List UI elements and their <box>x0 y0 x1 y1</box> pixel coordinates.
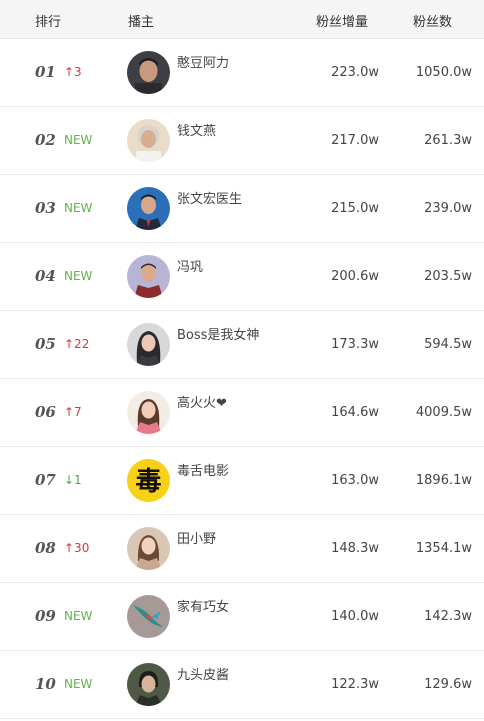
rank-number: 06 <box>35 403 56 421</box>
fan-growth: 217.0w <box>331 133 379 148</box>
anchor-name[interactable]: 家有巧女 <box>177 596 229 615</box>
fan-growth: 140.0w <box>331 609 379 624</box>
header-fan-growth[interactable]: 粉丝增量 <box>316 11 368 30</box>
avatar[interactable] <box>127 51 170 94</box>
rank-change: ↑30 <box>64 541 90 555</box>
rank-number: 04 <box>35 267 56 285</box>
fan-count: 239.0w <box>424 201 472 216</box>
anchor-name[interactable]: Boss是我女神 <box>177 324 259 343</box>
anchor-name[interactable]: 冯巩 <box>177 256 203 275</box>
avatar[interactable] <box>127 323 170 366</box>
table-row[interactable]: 02 NEW 钱文燕 217.0w 261.3w <box>0 107 484 175</box>
avatar[interactable] <box>127 663 170 706</box>
rank-number: 09 <box>35 607 56 625</box>
table-header: 排行 播主 粉丝增量 粉丝数 <box>0 0 484 39</box>
fan-growth: 163.0w <box>331 473 379 488</box>
fan-count: 4009.5w <box>415 405 472 420</box>
table-row[interactable]: 05 ↑22 Boss是我女神 173.3w 594.5w <box>0 311 484 379</box>
table-row[interactable]: 01 ↑3 憨豆阿力 223.0w 1050.0w <box>0 39 484 107</box>
rank-number: 01 <box>35 63 56 81</box>
fan-count: 142.3w <box>424 609 472 624</box>
header-fan-count[interactable]: 粉丝数 <box>413 11 452 30</box>
fan-count: 1896.1w <box>415 473 472 488</box>
fan-count: 261.3w <box>424 133 472 148</box>
fan-growth: 223.0w <box>331 65 379 80</box>
rank-number: 02 <box>35 131 56 149</box>
rank-change: NEW <box>64 609 93 623</box>
table-row[interactable]: 09 NEW 家有巧女 140.0w 142.3w <box>0 583 484 651</box>
anchor-name[interactable]: 张文宏医生 <box>177 188 242 207</box>
fan-growth: 164.6w <box>331 405 379 420</box>
avatar[interactable] <box>127 255 170 298</box>
avatar[interactable]: 毒 <box>127 459 170 502</box>
avatar[interactable] <box>127 187 170 230</box>
fan-growth: 122.3w <box>331 677 379 692</box>
avatar[interactable] <box>127 119 170 162</box>
rank-number: 05 <box>35 335 56 353</box>
rank-change: NEW <box>64 269 93 283</box>
rank-number: 10 <box>35 675 56 693</box>
anchor-name[interactable]: 憨豆阿力 <box>177 52 229 71</box>
rank-change: ↑7 <box>64 405 82 419</box>
header-anchor: 播主 <box>128 15 155 30</box>
fan-growth: 215.0w <box>331 201 379 216</box>
header-rank: 排行 <box>35 15 62 30</box>
table-row[interactable]: 06 ↑7 高火火❤ 164.6w 4009.5w <box>0 379 484 447</box>
avatar[interactable] <box>127 595 170 638</box>
rank-number: 08 <box>35 539 56 557</box>
fan-count: 594.5w <box>424 337 472 352</box>
rank-number: 03 <box>35 199 56 217</box>
ranking-list: 01 ↑3 憨豆阿力 223.0w 1050.0w 02 NEW 钱文燕 217… <box>0 39 484 719</box>
rank-number: 07 <box>35 471 56 489</box>
table-row[interactable]: 07 ↓1 毒 毒舌电影 163.0w 1896.1w <box>0 447 484 515</box>
avatar[interactable] <box>127 527 170 570</box>
logo-text: 毒 <box>135 467 161 497</box>
fan-count: 203.5w <box>424 269 472 284</box>
fan-count: 129.6w <box>424 677 472 692</box>
table-row[interactable]: 03 NEW 张文宏医生 215.0w 239.0w <box>0 175 484 243</box>
rank-change: ↑3 <box>64 65 82 79</box>
rank-change: ↓1 <box>64 473 82 487</box>
anchor-name[interactable]: 钱文燕 <box>177 120 216 139</box>
fan-count: 1354.1w <box>415 541 472 556</box>
fan-growth: 173.3w <box>331 337 379 352</box>
rank-change: NEW <box>64 201 93 215</box>
anchor-name[interactable]: 毒舌电影 <box>177 460 229 479</box>
table-row[interactable]: 08 ↑30 田小野 148.3w 1354.1w <box>0 515 484 583</box>
table-row[interactable]: 10 NEW 九头皮酱 122.3w 129.6w <box>0 651 484 719</box>
anchor-name[interactable]: 高火火❤ <box>177 392 227 411</box>
avatar[interactable] <box>127 391 170 434</box>
anchor-name[interactable]: 田小野 <box>177 528 216 547</box>
fan-count: 1050.0w <box>415 65 472 80</box>
anchor-name[interactable]: 九头皮酱 <box>177 664 229 683</box>
fan-growth: 200.6w <box>331 269 379 284</box>
rank-change: ↑22 <box>64 337 90 351</box>
rank-change: NEW <box>64 133 93 147</box>
fan-growth: 148.3w <box>331 541 379 556</box>
table-row[interactable]: 04 NEW 冯巩 200.6w 203.5w <box>0 243 484 311</box>
rank-change: NEW <box>64 677 93 691</box>
